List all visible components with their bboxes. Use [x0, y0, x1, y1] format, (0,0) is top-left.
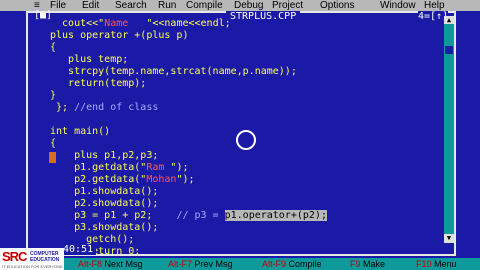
status-bar: pAlt-F8 Next MsgAlt-F7 Prev MsgAlt-F9 Co… [0, 258, 480, 270]
selected-text: p1.operator+(p2); [224, 210, 327, 221]
code-line: plus operator +(plus p) [50, 30, 189, 41]
menu-compile[interactable]: Compile [186, 0, 223, 11]
code-line: { [50, 138, 57, 149]
code-line: { [50, 42, 57, 53]
menu-options[interactable]: Options [320, 0, 354, 11]
code-line: plus p1,p2,p3; [50, 150, 159, 161]
status-item[interactable]: F9 Make [350, 258, 385, 270]
menu-project[interactable]: Project [272, 0, 303, 11]
code-line: int main() [50, 126, 111, 137]
code-line: p1.getdata("Ram "); [50, 162, 189, 173]
menu-debug[interactable]: Debug [234, 0, 263, 11]
mouse-pointer-icon [236, 130, 256, 150]
menu-window[interactable]: Window [380, 0, 416, 11]
status-item[interactable]: F10 Menu [416, 258, 457, 270]
vertical-scrollbar[interactable] [444, 24, 454, 242]
code-line: p3 = p1 + p2; // p3 = p1.operator+(p2); [50, 210, 327, 221]
cursor-position: 40:51 [60, 244, 97, 255]
menu-bar: ≡ File Edit Search Run Compile Debug Pro… [0, 0, 480, 11]
code-line: }; //end of class [50, 102, 159, 113]
logo-mark: SRC [2, 249, 27, 264]
code-line: plus temp; [50, 54, 129, 65]
status-item[interactable]: Alt-F9 Compile [262, 258, 322, 270]
code-line: p2.showdata(); [50, 198, 159, 209]
text-cursor [49, 152, 56, 163]
status-item[interactable]: Alt-F7 Prev Msg [168, 258, 233, 270]
src-logo: SRC COMPUTER EDUCATION IT EDUCATION FOR E… [0, 248, 64, 270]
menu-run[interactable]: Run [158, 0, 176, 11]
menu-search[interactable]: Search [115, 0, 147, 11]
editor-filename: STRPLUS.CPP [226, 11, 301, 22]
logo-text: COMPUTER EDUCATION [30, 251, 60, 263]
code-line: } [50, 90, 57, 101]
code-line: strcpy(temp.name,strcat(name,p.name)); [50, 66, 297, 77]
code-line: cout<<"Name "<<name<<endl; [50, 18, 231, 29]
menu-help[interactable]: Help [424, 0, 445, 11]
menu-file[interactable]: File [50, 0, 66, 11]
code-line: p1.showdata(); [50, 186, 159, 197]
status-item[interactable]: Alt-F8 Next Msg [78, 258, 143, 270]
scrollbar-thumb[interactable] [445, 46, 453, 54]
code-line: p2.getdata("Mohan"); [50, 174, 195, 185]
logo-tagline: IT EDUCATION FOR EVERYONE [2, 264, 63, 269]
menu-edit[interactable]: Edit [82, 0, 99, 11]
code-line: return(temp); [50, 78, 147, 89]
code-line: p3.showdata(); [50, 222, 159, 233]
scroll-down-arrow-icon[interactable]: ▼ [444, 234, 454, 243]
